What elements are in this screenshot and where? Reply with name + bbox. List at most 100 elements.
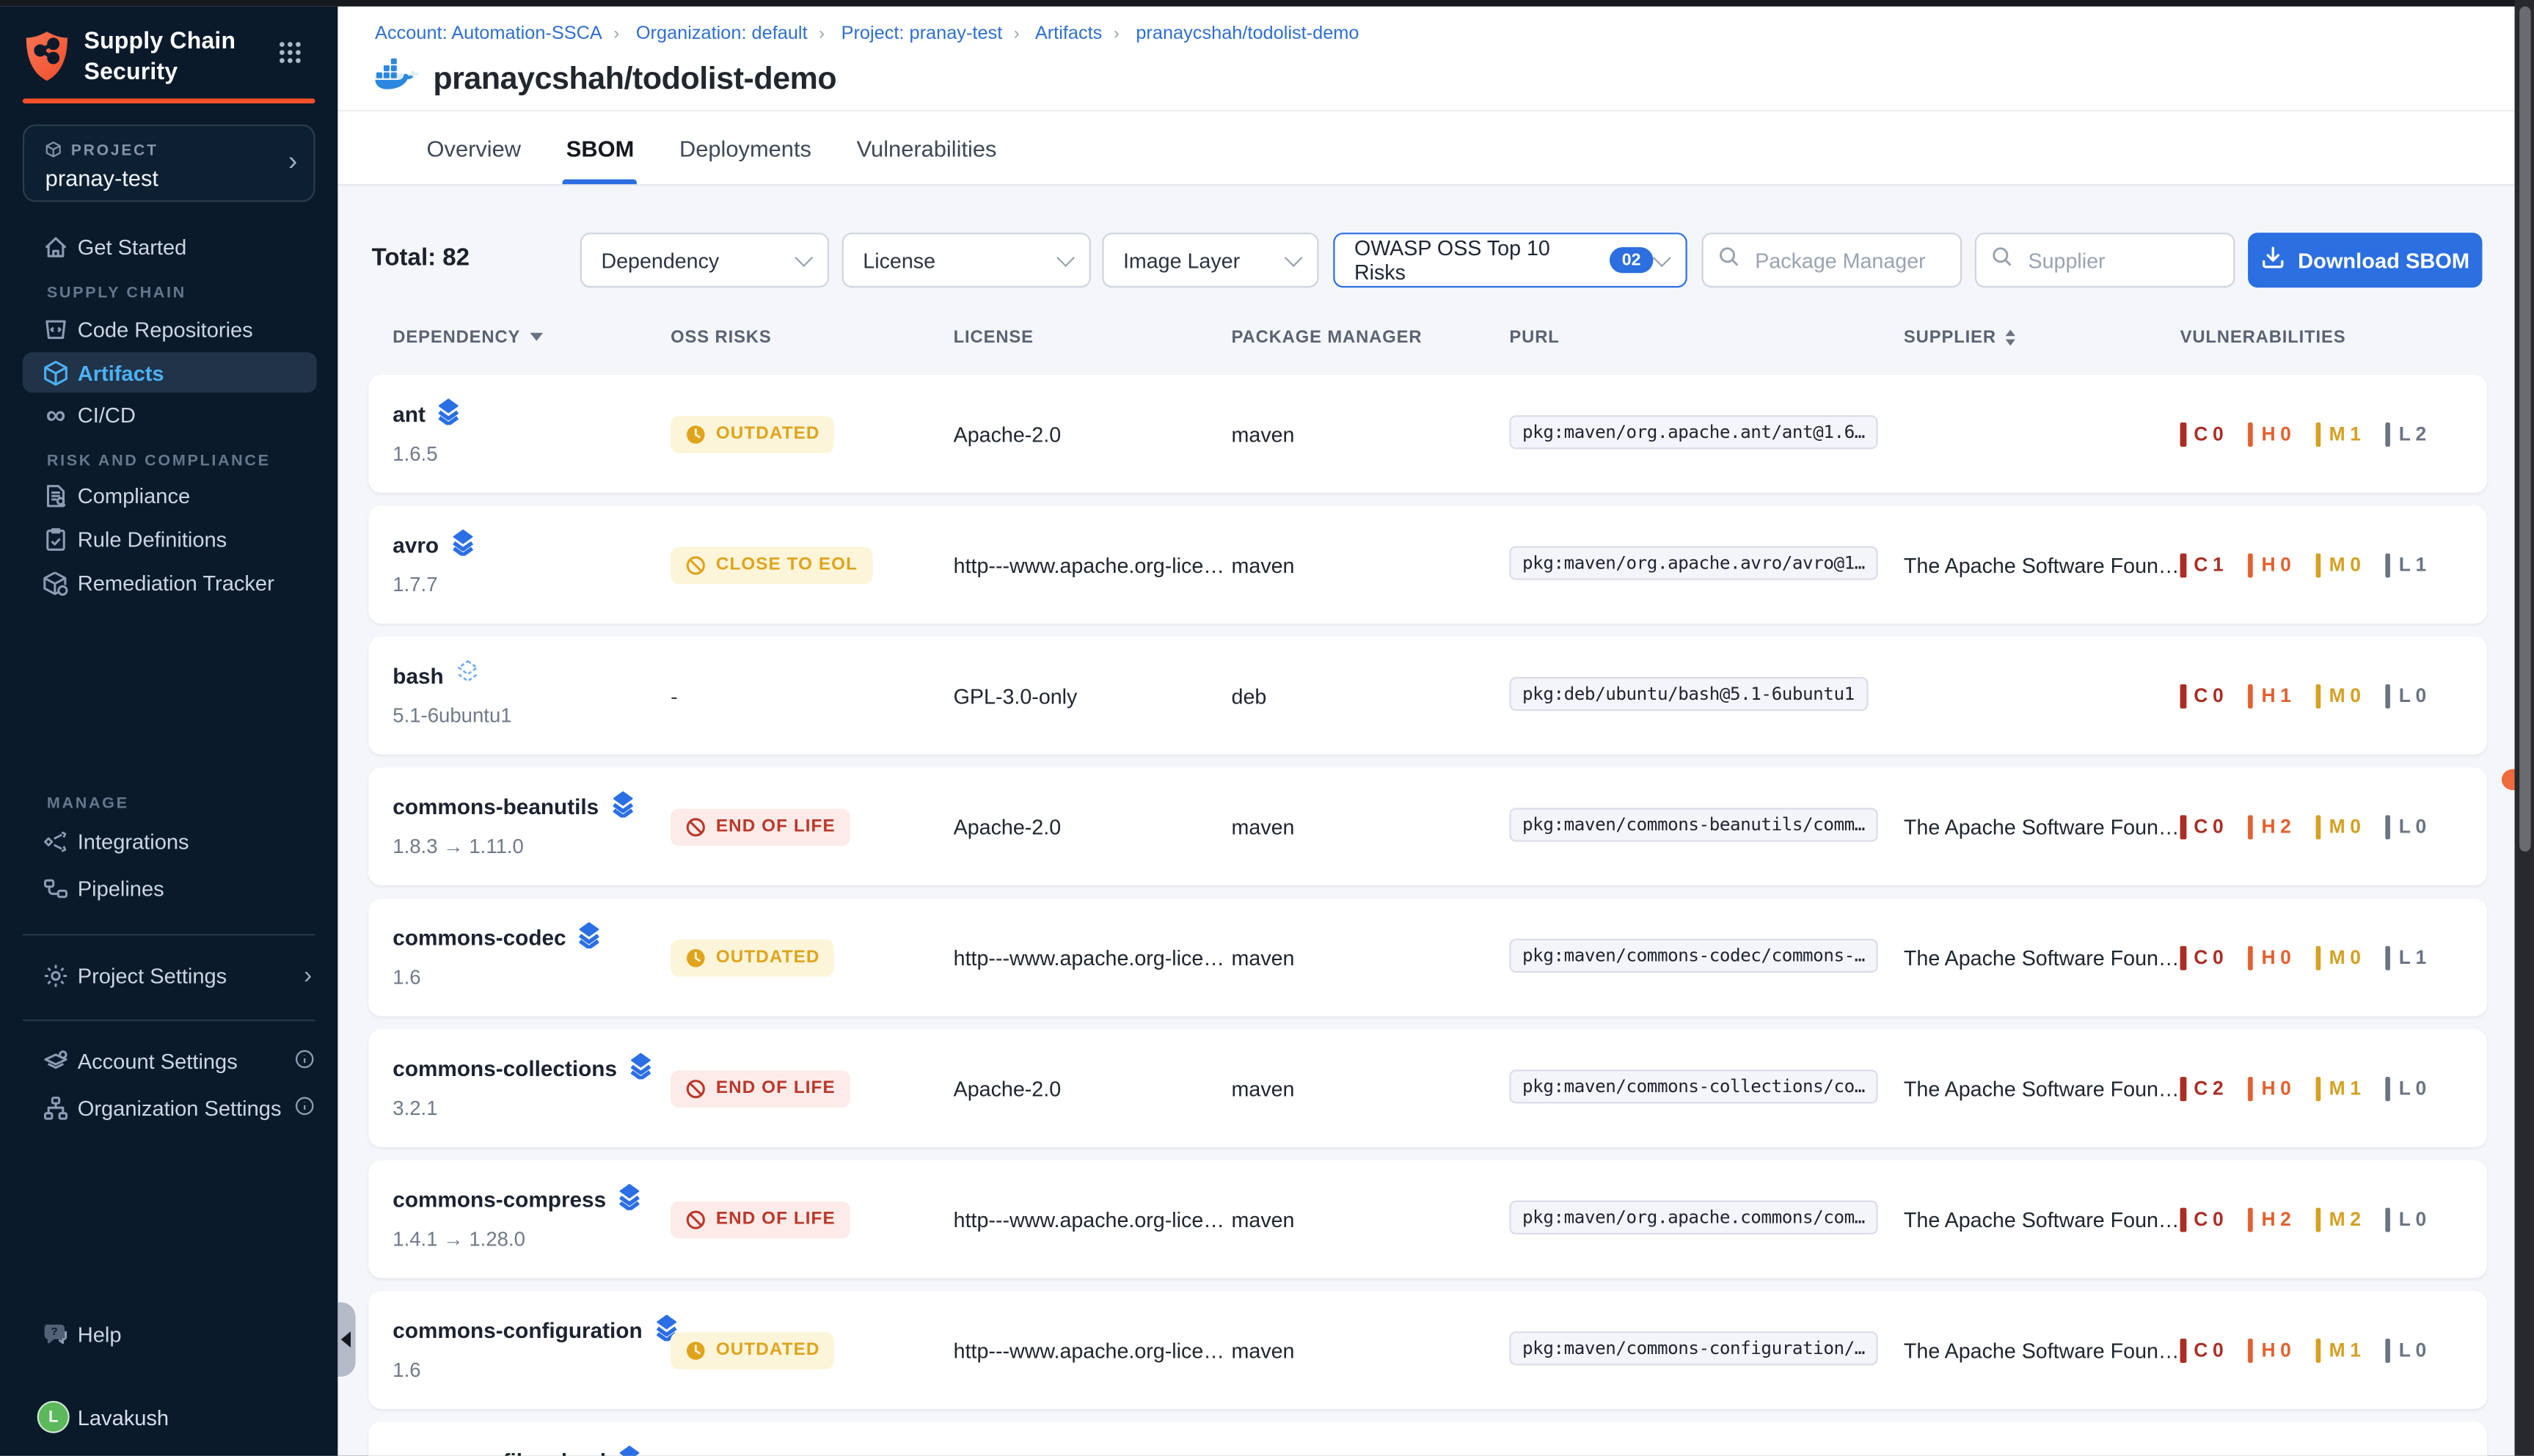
purl-value[interactable]: pkg:maven/org.apache.ant/ant@1.6… [1509,414,1877,448]
package-manager-search-input[interactable] [1752,246,1946,274]
package-manager-search[interactable] [1702,233,1962,288]
column-header-dependency[interactable]: DEPENDENCY [392,328,543,347]
scrollbar-thumb[interactable] [2519,7,2530,852]
table-row[interactable]: commons-configuration 1.6 OUTDATED http-… [368,1291,2487,1409]
supplier-search-input[interactable] [2025,246,2219,274]
sidebar: Supply ChainSecurity PROJECT pranay-test… [0,7,337,1456]
oss-risk-cell: END OF LIFE [671,808,850,845]
sidebar-item-cicd[interactable]: ∞ CI/CD [0,394,337,436]
app-logo[interactable]: Supply ChainSecurity [23,26,317,94]
dependency-name[interactable]: ant [392,398,461,430]
license-filter-dropdown[interactable]: License [842,233,1091,288]
app-title: Supply ChainSecurity [84,27,236,89]
low-count: L0 [2385,684,2431,708]
tab-sbom[interactable]: SBOM [563,111,637,184]
tab-overview[interactable]: Overview [423,111,524,184]
supplier-search[interactable] [1975,233,2235,288]
home-icon [42,233,69,260]
breadcrumb-artifacts[interactable]: Artifacts [1035,24,1103,43]
owasp-risks-filter-dropdown[interactable]: OWASP OSS Top 10 Risks02 [1333,233,1687,288]
purl-value[interactable]: pkg:maven/commons-codec/commons-… [1509,938,1877,972]
table-row[interactable]: ant 1.6.5 OUTDATED Apache-2.0 maven pkg:… [368,375,2487,493]
table-row[interactable]: commons-beanutils 1.8.3 → 1.11.0 END OF … [368,767,2487,885]
sidebar-item-help[interactable]: ? Help [0,1314,337,1356]
scrollbar[interactable] [2515,0,2534,1456]
purl-value[interactable]: pkg:maven/commons-beanutils/comm… [1509,807,1877,841]
tab-deployments[interactable]: Deployments [676,111,815,184]
dependency-name[interactable]: commons-compress [392,1182,641,1215]
column-header-supplier[interactable]: SUPPLIER [1904,328,2015,347]
critical-count: C0 [2180,814,2229,838]
layers-icon [577,921,602,954]
dependency-name[interactable]: commons-configuration [392,1314,678,1346]
vulnerabilities-cell: C2 H0 M1 L0 [2180,1076,2431,1100]
critical-count: C1 [2180,552,2229,577]
layers-icon [437,398,461,430]
dependency-name[interactable]: commons-fileupload [392,1444,641,1455]
sidebar-item-remediation-tracker[interactable]: Remediation Tracker [0,563,337,604]
code-repo-icon [42,316,69,343]
dependency-version: 1.4.1 → 1.28.0 [392,1228,525,1251]
table-row[interactable]: commons-compress 1.4.1 → 1.28.0 END OF L… [368,1160,2487,1278]
purl-value[interactable]: pkg:maven/org.apache.avro/avro@1… [1509,545,1877,579]
top-strip [0,0,2534,7]
critical-count: C2 [2180,1076,2229,1100]
dependency-version: 3.2.1 [392,1097,437,1120]
table-row[interactable]: commons-fileupload END OF LIFE Apache-2.… [368,1422,2487,1455]
license-cell: http---www.apache.org-lice… [954,1207,1224,1231]
dependency-filter-dropdown[interactable]: Dependency [580,233,829,288]
sidebar-item-project-settings[interactable]: Project Settings › [0,955,337,997]
sidebar-item-code-repositories[interactable]: Code Repositories [0,309,337,351]
supplier-cell: The Apache Software Foun… [1904,552,2180,577]
download-sbom-button[interactable]: Download SBOM [2248,233,2482,288]
tab-vulnerabilities[interactable]: Vulnerabilities [853,111,1000,184]
high-count: H0 [2248,945,2296,970]
high-count: H0 [2248,422,2296,446]
sidebar-item-compliance[interactable]: Compliance [0,475,337,517]
package-manager-cell: maven [1232,1338,1295,1362]
breadcrumb-project[interactable]: Project: pranay-test [841,24,1003,43]
purl-value[interactable]: pkg:maven/commons-configuration/… [1509,1331,1877,1364]
breadcrumb-artifact-name[interactable]: pranaycshah/todolist-demo [1136,24,1359,43]
table-row[interactable]: commons-codec 1.6 OUTDATED http---www.ap… [368,899,2487,1017]
pipelines-icon [42,875,69,902]
remediation-box-icon [42,569,69,596]
sidebar-collapse-handle[interactable] [337,1302,355,1376]
dependency-version: 1.8.3 → 1.11.0 [392,835,524,858]
breadcrumb-account[interactable]: Account: Automation-SSCA [375,24,602,43]
image-layer-filter-dropdown[interactable]: Image Layer [1102,233,1318,288]
purl-value[interactable]: pkg:maven/org.apache.commons/com… [1509,1200,1877,1234]
dependency-name[interactable]: bash [392,659,479,692]
purl-value[interactable]: pkg:deb/ubuntu/bash@5.1-6ubuntu1 [1509,676,1867,710]
package-manager-cell: maven [1232,552,1295,577]
sidebar-item-integrations[interactable]: Integrations [0,821,337,863]
sidebar-item-account-settings[interactable]: Account Settings [0,1041,337,1083]
table-row[interactable]: avro 1.7.7 CLOSE TO EOL http---www.apach… [368,505,2487,623]
app-switcher-grid-icon[interactable] [278,40,302,73]
high-count: H0 [2248,1338,2296,1362]
dependency-name[interactable]: commons-codec [392,921,602,954]
package-manager-cell: maven [1232,814,1295,838]
purl-cell: pkg:maven/commons-beanutils/comm… [1509,807,1877,846]
dependency-name[interactable]: commons-collections [392,1052,652,1084]
purl-value[interactable]: pkg:maven/commons-collections/co… [1509,1069,1877,1102]
table-row[interactable]: bash 5.1-6ubuntu1 - GPL-3.0-only deb pkg… [368,637,2487,755]
sidebar-item-pipelines[interactable]: Pipelines [0,868,337,910]
search-icon [1991,245,2014,276]
sidebar-item-artifacts[interactable]: Artifacts [23,352,317,392]
project-selector[interactable]: PROJECT pranay-test › [23,125,315,202]
oss-risk-badge: OUTDATED [671,415,834,453]
purl-cell: pkg:maven/org.apache.ant/ant@1.6… [1509,414,1877,453]
dependency-name[interactable]: avro [392,528,474,560]
dependency-version: 1.6 [392,1359,420,1382]
supply-chain-shield-icon [23,29,71,92]
table-row[interactable]: commons-collections 3.2.1 END OF LIFE Ap… [368,1029,2487,1147]
sidebar-item-organization-settings[interactable]: Organization Settings [0,1087,337,1129]
page-header: Account: Automation-SSCA› Organization: … [337,7,2534,111]
sidebar-item-get-started[interactable]: Get Started [0,226,337,268]
breadcrumb-organization[interactable]: Organization: default [636,24,808,43]
dependency-version: 1.6.5 [392,443,437,466]
sidebar-item-rule-definitions[interactable]: Rule Definitions [0,519,337,560]
artifacts-cube-icon [42,359,69,386]
dependency-name[interactable]: commons-beanutils [392,790,634,822]
